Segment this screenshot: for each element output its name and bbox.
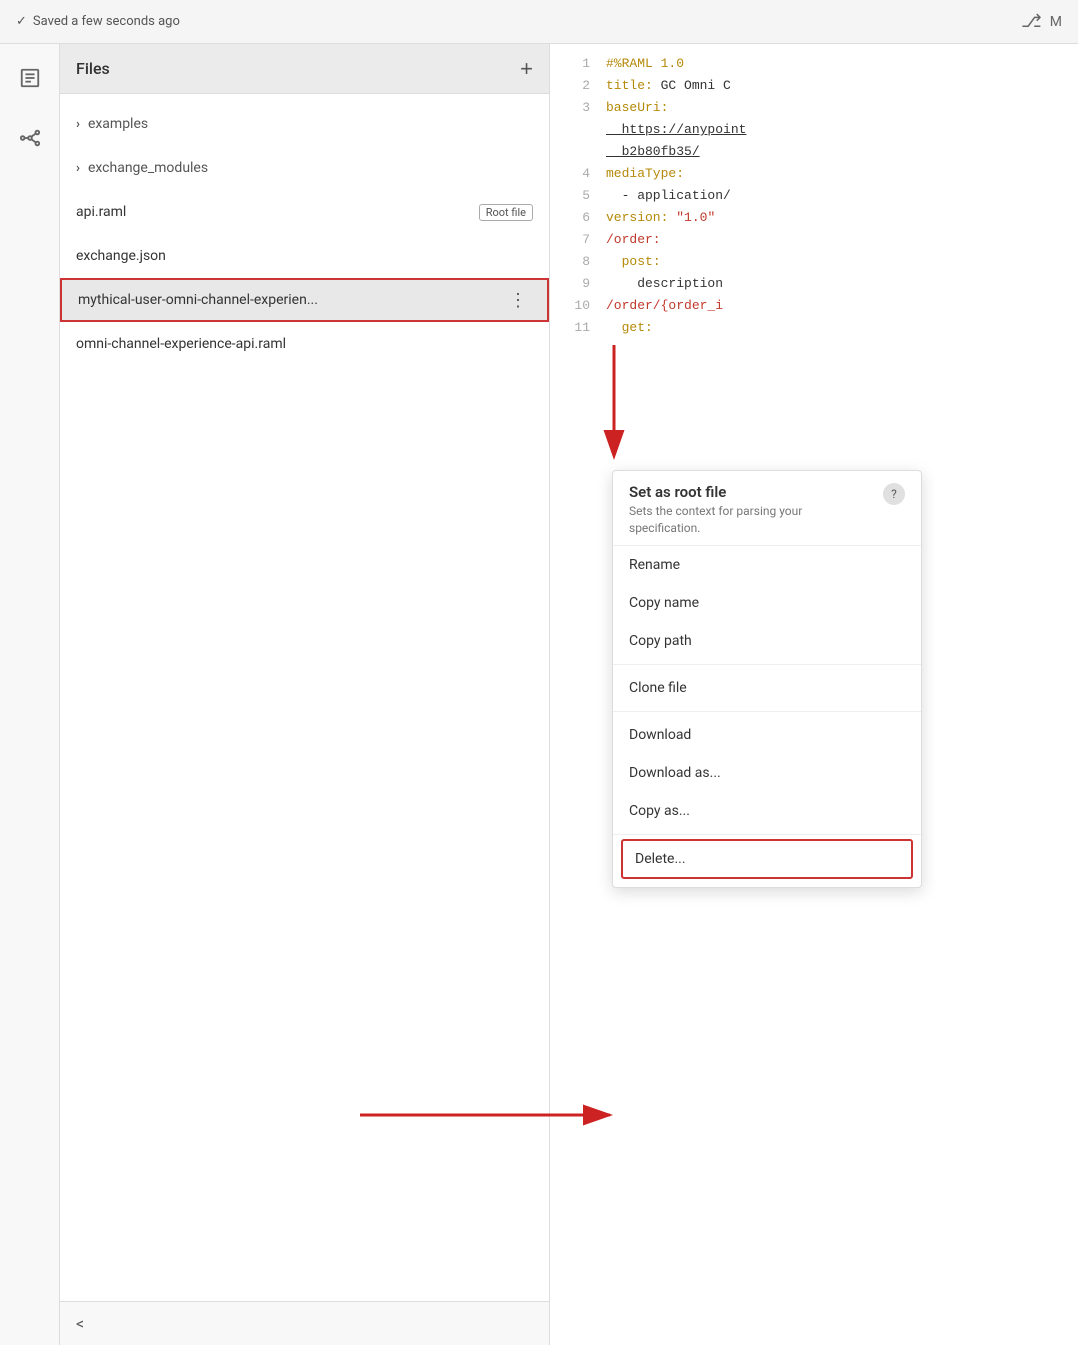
collapse-bar: < [60, 1301, 549, 1345]
ctx-divider [613, 664, 921, 665]
graph-sidebar-icon[interactable] [12, 120, 48, 156]
folder-name: examples [88, 116, 148, 132]
code-line: 9 description [550, 276, 1078, 298]
code-line: https://anypoint [550, 122, 1078, 144]
list-item[interactable]: api.raml Root file [60, 190, 549, 234]
file-name: omni-channel-experience-api.raml [76, 336, 533, 352]
ctx-clone-file[interactable]: Clone file [613, 669, 921, 707]
ctx-divider [613, 711, 921, 712]
file-name: exchange.json [76, 248, 533, 264]
context-menu: Set as root file Sets the context for pa… [612, 470, 922, 888]
code-line: 10 /order/{order_i [550, 298, 1078, 320]
list-item[interactable]: omni-channel-experience-api.raml [60, 322, 549, 366]
ctx-delete[interactable]: Delete... [621, 839, 913, 879]
check-icon: ✓ [16, 14, 27, 29]
code-line: 4 mediaType: [550, 166, 1078, 188]
context-menu-header: Set as root file Sets the context for pa… [613, 471, 921, 546]
git-label: M [1050, 14, 1062, 30]
context-menu-subtitle: Sets the context for parsing your specif… [629, 503, 875, 537]
expand-arrow-icon: › [76, 117, 80, 132]
list-item[interactable]: › exchange_modules [60, 146, 549, 190]
top-bar-right: ⎇ M [1021, 11, 1062, 32]
code-line: 2 title: GC Omni C [550, 78, 1078, 100]
files-panel: Files + › examples › exchange_modules ap… [60, 44, 550, 1345]
file-name: api.raml [76, 204, 471, 220]
ctx-copy-as[interactable]: Copy as... [613, 792, 921, 830]
annotation-arrow-down [584, 340, 644, 460]
code-line: 11 get: [550, 320, 1078, 342]
collapse-panel-button[interactable]: < [76, 1314, 84, 1333]
save-status: ✓ Saved a few seconds ago [16, 14, 180, 29]
ctx-copy-path[interactable]: Copy path [613, 622, 921, 660]
git-icon: ⎇ [1021, 11, 1042, 32]
ctx-download-as[interactable]: Download as... [613, 754, 921, 792]
ctx-download[interactable]: Download [613, 716, 921, 754]
ctx-copy-name[interactable]: Copy name [613, 584, 921, 622]
ctx-rename[interactable]: Rename [613, 546, 921, 584]
folder-name: exchange_modules [88, 160, 208, 176]
expand-arrow-icon: › [76, 161, 80, 176]
files-sidebar-icon[interactable] [12, 60, 48, 96]
code-line: 6 version: "1.0" [550, 210, 1078, 232]
file-name: mythical-user-omni-channel-experien... [78, 292, 505, 308]
save-status-text: Saved a few seconds ago [33, 14, 180, 29]
code-line: 3 baseUri: [550, 100, 1078, 122]
files-header: Files + [60, 44, 549, 94]
code-line: 1 #%RAML 1.0 [550, 56, 1078, 78]
code-line: 8 post: [550, 254, 1078, 276]
files-panel-title: Files [76, 59, 110, 78]
ctx-divider [613, 834, 921, 835]
top-bar: ✓ Saved a few seconds ago ⎇ M [0, 0, 1078, 44]
annotation-arrow-right [355, 1090, 625, 1140]
context-menu-title: Set as root file [629, 483, 875, 501]
list-item[interactable]: › examples [60, 102, 549, 146]
root-file-badge: Root file [479, 204, 533, 221]
code-line: 5 - application/ [550, 188, 1078, 210]
code-line: 7 /order: [550, 232, 1078, 254]
icon-sidebar [0, 44, 60, 1345]
list-item[interactable]: exchange.json [60, 234, 549, 278]
add-file-button[interactable]: + [520, 58, 533, 80]
file-context-menu-button[interactable]: ⋮ [505, 290, 531, 311]
context-menu-help-button[interactable]: ? [883, 483, 905, 505]
code-line: b2b80fb35/ [550, 144, 1078, 166]
selected-file-item[interactable]: mythical-user-omni-channel-experien... ⋮ [60, 278, 549, 322]
